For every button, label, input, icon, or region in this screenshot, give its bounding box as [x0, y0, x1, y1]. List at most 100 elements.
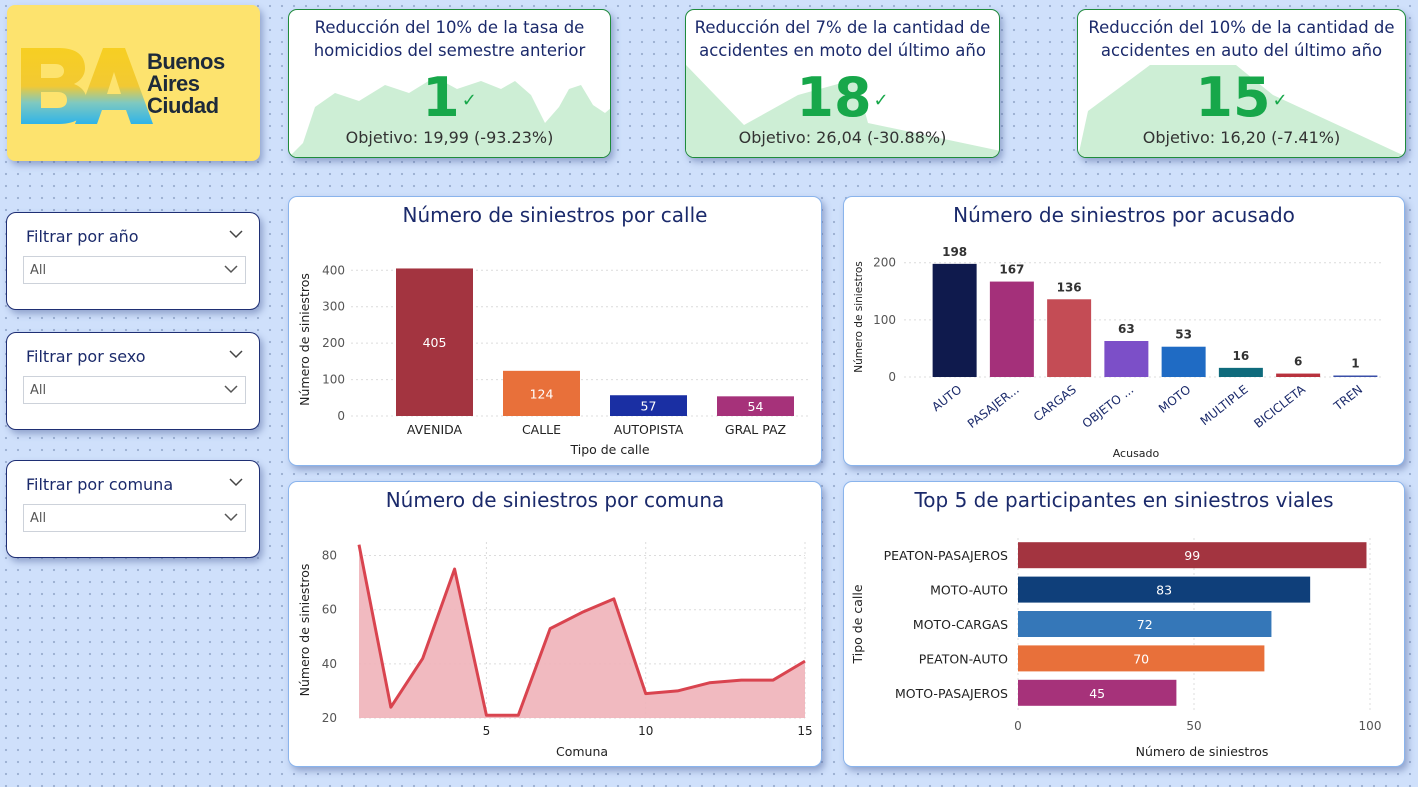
kpi-homicidios-value: 1	[422, 66, 460, 129]
y-axis-label: Número de siniestros	[297, 564, 312, 697]
y-tick-label: PEATON-AUTO	[919, 651, 1008, 666]
data-label: 57	[641, 399, 657, 414]
y-tick-label: MOTO-CARGAS	[913, 617, 1008, 632]
kpi-homicidios-title: Reducción del 10% de la tasa de homicidi…	[293, 16, 606, 62]
y-tick-label: 100	[873, 313, 896, 327]
y-tick-label: 60	[322, 603, 337, 617]
x-tick-label: CALLE	[522, 422, 561, 437]
kpi-auto-value: 15	[1195, 66, 1271, 129]
kpi-title-line: Reducción del 10% de la tasa de	[314, 18, 585, 37]
x-tick-label: PASAJER...	[965, 382, 1022, 431]
chart-comuna-card: Número de siniestros por comuna 20 40 60 80…	[288, 481, 822, 767]
x-axis-label: Tipo de calle	[569, 442, 649, 457]
filter-comuna-card: Filtrar por comuna All	[6, 460, 260, 558]
y-axis-label: Número de siniestros	[853, 261, 865, 373]
filter-sex-card: Filtrar por sexo All	[6, 332, 260, 430]
x-tick-label: 100	[1359, 719, 1382, 733]
chart-acusado-card: Número de siniestros por acusado 0 100 200…	[843, 196, 1405, 466]
chevron-down-icon	[223, 261, 239, 281]
y-tick-label: 200	[873, 256, 896, 270]
filter-sex-select[interactable]: All	[23, 376, 246, 404]
data-label: 16	[1233, 349, 1250, 363]
y-tick-label: 0	[888, 370, 896, 384]
kpi-title-line: Reducción del 10% de la cantidad de	[1088, 18, 1395, 37]
data-label: 405	[423, 335, 447, 350]
filter-year-title: Filtrar por año	[26, 227, 139, 246]
logo-line3: Ciudad	[147, 93, 219, 118]
chart-participantes-svg: 0 50 100 99 PEATON-PASAJEROS 83 MOTO-AUTO 72 MOT…	[850, 538, 1382, 759]
x-tick-label: AUTOPISTA	[614, 422, 684, 437]
data-label: 83	[1156, 583, 1172, 598]
x-tick-label: 50	[1186, 719, 1201, 733]
y-tick-label: 400	[322, 263, 345, 277]
y-tick-label: 20	[322, 711, 337, 725]
filter-sex-value: All	[30, 383, 47, 398]
logo-card: Buenos Aires Ciudad	[7, 5, 260, 161]
data-label: 198	[942, 245, 967, 259]
check-icon: ✓	[1272, 90, 1288, 112]
filter-year-value: All	[30, 263, 47, 278]
chevron-down-icon[interactable]	[229, 475, 243, 491]
chart-acusado-svg: 0 100 200 198 AUTO 167 PASAJER... 136 CARGAS 63 OB…	[853, 245, 1384, 460]
bar	[1276, 373, 1321, 377]
kpi-auto-title: Reducción del 10% de la cantidad de acci…	[1082, 16, 1401, 62]
chevron-down-icon	[223, 509, 239, 529]
filter-comuna-select[interactable]: All	[23, 504, 246, 532]
kpi-title-line: accidentes en moto del último año	[699, 41, 986, 60]
x-tick-label: CARGAS	[1031, 382, 1079, 424]
y-tick-label: 200	[322, 336, 345, 350]
x-tick-label: OBJETO ...	[1080, 382, 1137, 430]
chart-calle-svg: 0 100 200 300 400 405 AVENIDA 124 CALLE 57 AUTOPIS…	[297, 263, 809, 457]
x-tick-label: GRAL PAZ	[725, 422, 786, 437]
y-tick-label: MOTO-PASAJEROS	[895, 686, 1008, 701]
ba-logo-mark	[21, 48, 153, 124]
x-tick-label: 5	[483, 724, 491, 738]
x-tick-label: AUTO	[929, 382, 964, 414]
x-tick-label: 10	[638, 724, 653, 738]
y-tick-label: 40	[322, 657, 337, 671]
y-tick-label: 80	[322, 549, 337, 563]
area-fill	[359, 544, 805, 718]
kpi-moto-card: Reducción del 7% de la cantidad de accid…	[685, 9, 1000, 158]
bar	[1333, 375, 1378, 377]
chevron-down-icon[interactable]	[229, 227, 243, 243]
kpi-homicidios-value-row: 1 ✓	[289, 66, 610, 133]
bar	[1104, 341, 1149, 377]
y-tick-label: 100	[322, 373, 345, 387]
y-axis-label: Número de siniestros	[297, 273, 312, 406]
chart-participantes-card: Top 5 de participantes en siniestros via…	[843, 481, 1405, 767]
filter-year-card: Filtrar por año All	[6, 212, 260, 310]
logo-line1: Buenos	[147, 49, 225, 74]
bar	[932, 263, 977, 377]
x-tick-label: AVENIDA	[407, 422, 463, 437]
x-axis-label: Acusado	[1113, 447, 1160, 460]
kpi-moto-value-row: 18 ✓	[686, 66, 999, 133]
x-axis-label: Comuna	[556, 744, 608, 759]
data-label: 6	[1294, 355, 1302, 369]
data-label: 53	[1175, 328, 1192, 342]
kpi-title-line: homicidios del semestre anterior	[313, 41, 586, 60]
data-label: 72	[1137, 617, 1153, 632]
chevron-down-icon	[223, 381, 239, 401]
chevron-down-icon[interactable]	[229, 347, 243, 363]
kpi-auto-card: Reducción del 10% de la cantidad de acci…	[1077, 9, 1406, 158]
filter-year-select[interactable]: All	[23, 256, 246, 284]
filter-comuna-title: Filtrar por comuna	[26, 475, 174, 494]
data-label: 1	[1351, 357, 1359, 371]
data-label: 63	[1118, 322, 1135, 336]
kpi-moto-goal: Objetivo: 26,04 (-30.88%)	[738, 128, 947, 147]
y-tick-label: MOTO-AUTO	[930, 583, 1008, 598]
data-label: 99	[1184, 548, 1200, 563]
kpi-auto-goal: Objetivo: 16,20 (-7.41%)	[1142, 128, 1341, 147]
bar	[1047, 299, 1092, 377]
x-tick-label: BICICLETA	[1251, 382, 1308, 431]
x-tick-label: MOTO	[1156, 382, 1193, 416]
kpi-homicidios-goal: Objetivo: 19,99 (-93.23%)	[345, 128, 554, 147]
kpi-moto-value: 18	[796, 66, 872, 129]
x-tick-label: MULTIPLE	[1198, 382, 1251, 428]
x-tick-label: 15	[797, 724, 812, 738]
logo-text: Buenos Aires Ciudad	[147, 51, 225, 117]
y-axis-label: Tipo de calle	[850, 584, 865, 664]
kpi-auto-value-row: 15 ✓	[1078, 66, 1405, 133]
check-icon: ✓	[461, 90, 477, 112]
